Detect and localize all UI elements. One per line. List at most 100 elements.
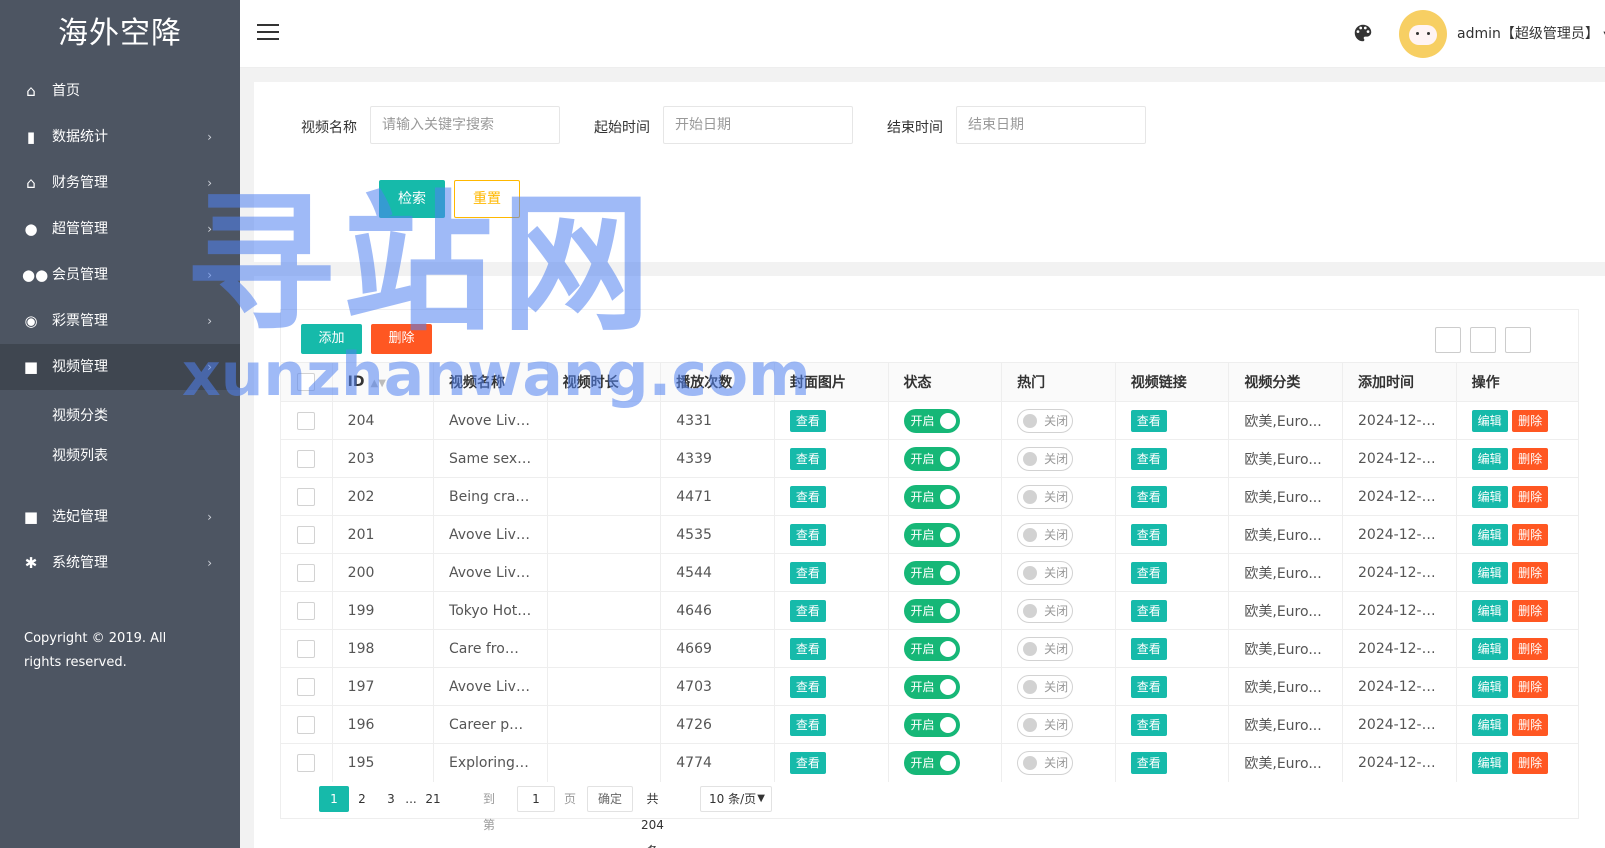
hot-toggle[interactable]: 关闭 xyxy=(1017,446,1074,471)
view-link-button[interactable]: 查看 xyxy=(1130,409,1167,432)
row-checkbox[interactable] xyxy=(297,411,315,430)
hot-toggle[interactable]: 关闭 xyxy=(1017,750,1074,775)
reset-button[interactable]: 重置 xyxy=(454,180,520,218)
end-date-input[interactable]: 结束日期 xyxy=(956,106,1146,144)
view-cover-button[interactable]: 查看 xyxy=(789,523,826,546)
batch-delete-button[interactable]: 删除 xyxy=(371,324,432,354)
hot-toggle[interactable]: 关闭 xyxy=(1017,712,1074,737)
goto-page-input[interactable]: 1 xyxy=(517,786,555,812)
edit-button[interactable]: 编辑 xyxy=(1471,675,1508,698)
status-toggle[interactable]: 开启 xyxy=(903,750,960,775)
edit-button[interactable]: 编辑 xyxy=(1471,485,1508,508)
view-link-button[interactable]: 查看 xyxy=(1130,599,1167,622)
view-link-button[interactable]: 查看 xyxy=(1130,561,1167,584)
hot-toggle[interactable]: 关闭 xyxy=(1017,560,1074,585)
sidebar-item[interactable]: ⌂ 财务管理 › xyxy=(0,160,240,206)
hot-toggle[interactable]: 关闭 xyxy=(1017,674,1074,699)
status-toggle[interactable]: 开启 xyxy=(903,522,960,547)
goto-confirm-button[interactable]: 确定 xyxy=(587,786,633,812)
status-toggle[interactable]: 开启 xyxy=(903,712,960,737)
edit-button[interactable]: 编辑 xyxy=(1471,447,1508,470)
page-size-select[interactable]: 10 条/页 ▼ xyxy=(700,786,772,812)
row-checkbox[interactable] xyxy=(297,563,315,582)
status-toggle[interactable]: 开启 xyxy=(903,636,960,661)
view-cover-button[interactable]: 查看 xyxy=(789,637,826,660)
sidebar-item[interactable]: ▮ 数据统计 › xyxy=(0,114,240,160)
sidebar-item[interactable]: ● 超管管理 › xyxy=(0,206,240,252)
view-link-button[interactable]: 查看 xyxy=(1130,713,1167,736)
status-toggle[interactable]: 开启 xyxy=(903,484,960,509)
page-link[interactable]: 3 xyxy=(386,786,396,812)
sidebar-subitem[interactable]: 视频分类 xyxy=(0,396,240,436)
palette-icon[interactable] xyxy=(1352,22,1374,44)
view-cover-button[interactable]: 查看 xyxy=(789,485,826,508)
hot-toggle[interactable]: 关闭 xyxy=(1017,522,1074,547)
status-toggle[interactable]: 开启 xyxy=(903,560,960,585)
row-checkbox[interactable] xyxy=(297,753,315,772)
sidebar-item[interactable]: ◉ 彩票管理 › xyxy=(0,298,240,344)
column-header-id[interactable]: ID ▲▼ xyxy=(332,362,435,402)
view-cover-button[interactable]: 查看 xyxy=(789,447,826,470)
add-button[interactable]: 添加 xyxy=(301,324,362,354)
user-menu[interactable]: admin【超级管理员】 ▼ xyxy=(1457,23,1605,43)
sidebar-item[interactable]: ⌂ 首页 xyxy=(0,68,240,114)
delete-button[interactable]: 删除 xyxy=(1512,409,1549,432)
delete-button[interactable]: 删除 xyxy=(1512,751,1549,774)
delete-button[interactable]: 删除 xyxy=(1512,637,1549,660)
status-toggle[interactable]: 开启 xyxy=(903,598,960,623)
row-checkbox[interactable] xyxy=(297,525,315,544)
edit-button[interactable]: 编辑 xyxy=(1471,713,1508,736)
page-link-last[interactable]: 21 xyxy=(425,786,441,812)
edit-button[interactable]: 编辑 xyxy=(1471,599,1508,622)
status-toggle[interactable]: 开启 xyxy=(903,408,960,433)
edit-button[interactable]: 编辑 xyxy=(1471,409,1508,432)
view-link-button[interactable]: 查看 xyxy=(1130,485,1167,508)
edit-button[interactable]: 编辑 xyxy=(1471,561,1508,584)
view-cover-button[interactable]: 查看 xyxy=(789,599,826,622)
sidebar-subitem[interactable]: 视频列表 xyxy=(0,436,240,476)
sidebar-item[interactable]: ■ 选妃管理 › xyxy=(0,494,240,540)
sidebar-item[interactable]: ✱ 系统管理 › xyxy=(0,540,240,586)
view-cover-button[interactable]: 查看 xyxy=(789,409,826,432)
video-name-input[interactable]: 请输入关键字搜索 xyxy=(370,106,560,144)
hot-toggle[interactable]: 关闭 xyxy=(1017,484,1074,509)
status-toggle[interactable]: 开启 xyxy=(903,446,960,471)
avatar[interactable] xyxy=(1399,10,1447,58)
delete-button[interactable]: 删除 xyxy=(1512,561,1549,584)
sort-icon[interactable]: ▲▼ xyxy=(371,378,386,389)
view-cover-button[interactable]: 查看 xyxy=(789,713,826,736)
edit-button[interactable]: 编辑 xyxy=(1471,637,1508,660)
sidebar-item[interactable]: ●● 会员管理 › xyxy=(0,252,240,298)
delete-button[interactable]: 删除 xyxy=(1512,599,1549,622)
hot-toggle[interactable]: 关闭 xyxy=(1017,408,1074,433)
row-checkbox[interactable] xyxy=(297,677,315,696)
view-link-button[interactable]: 查看 xyxy=(1130,523,1167,546)
page-current[interactable]: 1 xyxy=(319,786,349,812)
search-button[interactable]: 检索 xyxy=(379,180,445,218)
delete-button[interactable]: 删除 xyxy=(1512,675,1549,698)
export-icon[interactable] xyxy=(1470,327,1496,353)
row-checkbox[interactable] xyxy=(297,639,315,658)
page-link[interactable]: 2 xyxy=(357,786,367,812)
view-link-button[interactable]: 查看 xyxy=(1130,675,1167,698)
hot-toggle[interactable]: 关闭 xyxy=(1017,598,1074,623)
row-checkbox[interactable] xyxy=(297,715,315,734)
row-checkbox[interactable] xyxy=(297,487,315,506)
edit-button[interactable]: 编辑 xyxy=(1471,523,1508,546)
status-toggle[interactable]: 开启 xyxy=(903,674,960,699)
delete-button[interactable]: 删除 xyxy=(1512,523,1549,546)
view-link-button[interactable]: 查看 xyxy=(1130,447,1167,470)
sidebar-item[interactable]: ■ 视频管理 › xyxy=(0,344,240,390)
row-checkbox[interactable] xyxy=(297,449,315,468)
delete-button[interactable]: 删除 xyxy=(1512,713,1549,736)
view-link-button[interactable]: 查看 xyxy=(1130,637,1167,660)
start-date-input[interactable]: 开始日期 xyxy=(663,106,853,144)
view-link-button[interactable]: 查看 xyxy=(1130,751,1167,774)
view-cover-button[interactable]: 查看 xyxy=(789,751,826,774)
view-cover-button[interactable]: 查看 xyxy=(789,675,826,698)
view-cover-button[interactable]: 查看 xyxy=(789,561,826,584)
row-checkbox[interactable] xyxy=(297,601,315,620)
delete-button[interactable]: 删除 xyxy=(1512,447,1549,470)
edit-button[interactable]: 编辑 xyxy=(1471,751,1508,774)
hot-toggle[interactable]: 关闭 xyxy=(1017,636,1074,661)
